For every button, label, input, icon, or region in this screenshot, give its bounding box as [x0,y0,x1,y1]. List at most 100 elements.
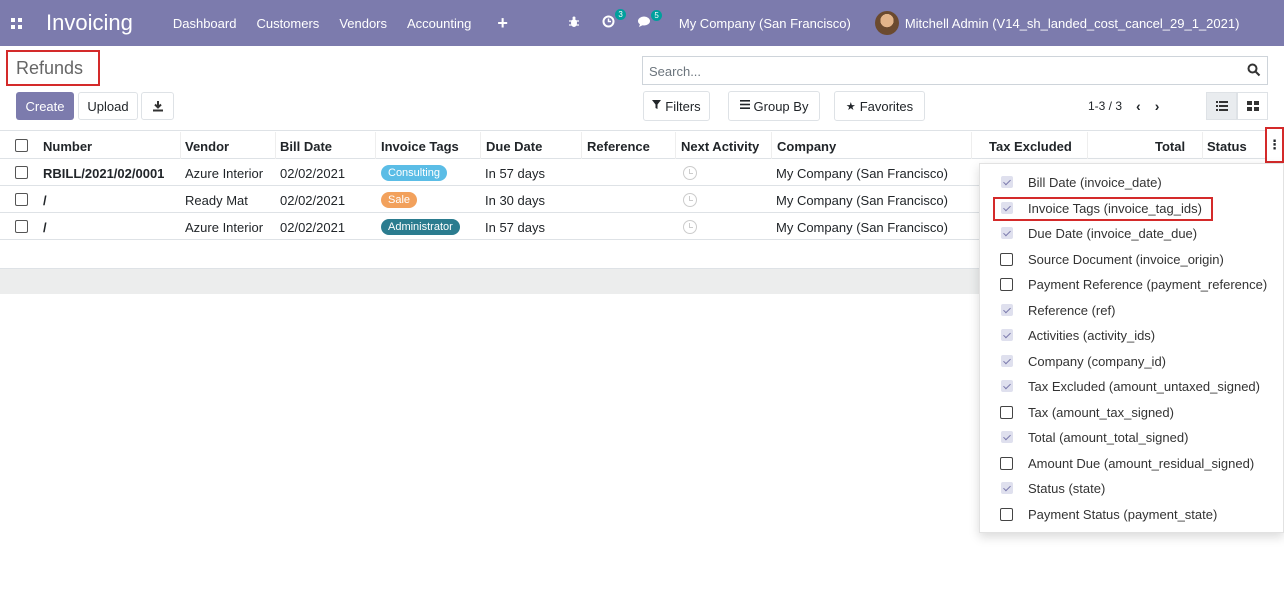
chevron-left-icon[interactable]: ‹ [1136,98,1141,114]
column-option-checkbox[interactable] [1001,431,1013,443]
column-option[interactable]: Source Document (invoice_origin) [980,247,1284,272]
column-option-checkbox[interactable] [1000,278,1013,291]
cell-vendor: Azure Interior [185,166,264,181]
col-vendor[interactable]: Vendor [185,132,276,159]
filter-funnel-icon [652,100,662,112]
tag-badge: Administrator [381,219,460,235]
column-option[interactable]: Tax Excluded (amount_untaxed_signed) [980,374,1284,399]
debug-bug-icon[interactable] [568,16,580,31]
column-option-checkbox[interactable] [1001,380,1013,392]
col-invoice-tags[interactable]: Invoice Tags [381,132,481,159]
search-placeholder: Search... [649,64,702,79]
col-bill-date[interactable]: Bill Date [280,132,376,159]
col-reference[interactable]: Reference [587,132,676,159]
column-option-checkbox[interactable] [1000,507,1013,521]
pager: 1-3 / 3 ‹ › [1088,98,1159,114]
messages-badge: 5 [651,9,662,21]
menu-dashboard[interactable]: Dashboard [173,16,237,31]
activity-clock-icon[interactable]: 3 [602,9,626,31]
group-by-button[interactable]: Group By [728,91,820,121]
activity-clock-icon[interactable] [683,193,697,207]
column-option[interactable]: Invoice Tags (invoice_tag_ids) [980,196,1284,221]
select-all-checkbox[interactable] [15,139,28,152]
activity-clock-icon[interactable] [683,166,697,180]
cell-bill-date: 02/02/2021 [280,193,346,208]
column-option-label: Activities (activity_ids) [1028,328,1156,343]
cell-number: / [43,220,47,235]
column-option[interactable]: Activities (activity_ids) [980,323,1284,348]
col-company[interactable]: Company [777,132,972,159]
column-option-label: Reference (ref) [1028,302,1116,318]
cell-number: / [43,193,47,208]
search-icon[interactable] [1247,63,1261,77]
col-status[interactable]: Status [1207,132,1263,159]
column-option-checkbox[interactable] [1001,482,1013,494]
avatar [874,11,899,35]
search-input[interactable]: Search... [642,56,1268,85]
messages-chat-icon[interactable]: 5 [637,9,662,31]
cell-due-date: In 57 days [485,166,545,181]
top-navbar: Invoicing Dashboard Customers Vendors Ac… [0,0,1284,46]
column-option[interactable]: Total (amount_total_signed) [980,425,1284,450]
quick-create-icon[interactable]: + [497,13,508,34]
favorites-label: Favorites [859,98,914,114]
menu-accounting[interactable]: Accounting [407,16,471,31]
user-menu[interactable]: Mitchell Admin (V14_sh_landed_cost_cance… [874,11,1239,35]
column-option-checkbox[interactable] [1001,201,1013,214]
page-title: Refunds [6,50,100,86]
cell-number: RBILL/2021/02/0001 [43,166,165,181]
row-checkbox[interactable] [15,220,28,233]
cell-vendor: Azure Interior [185,220,264,235]
upload-button[interactable]: Upload [78,92,138,120]
cell-bill-date: 02/02/2021 [280,220,346,235]
pager-value[interactable]: 1-3 / 3 [1088,99,1122,113]
cell-company: My Company (San Francisco) [776,220,948,235]
column-option[interactable]: Bill Date (invoice_date) [980,170,1284,195]
column-option[interactable]: Tax (amount_tax_signed) [980,400,1284,425]
column-option[interactable]: Due Date (invoice_date_due) [980,221,1284,246]
col-tax-excluded[interactable]: Tax Excluded [989,132,1088,159]
column-option-checkbox[interactable] [1001,227,1013,239]
optional-columns-dropdown: Bill Date (invoice_date) Invoice Tags (in… [979,163,1284,533]
cell-due-date: In 57 days [485,220,545,235]
filters-label: Filters [665,98,701,114]
create-button[interactable]: Create [16,92,74,120]
menu-customers[interactable]: Customers [256,16,319,31]
row-checkbox[interactable] [15,166,28,179]
row-checkbox[interactable] [15,193,28,206]
column-option-checkbox[interactable] [1000,456,1013,470]
activity-clock-icon[interactable] [683,220,697,234]
company-switcher[interactable]: My Company (San Francisco) [679,16,851,31]
column-option-checkbox[interactable] [1001,176,1013,188]
column-option-checkbox[interactable] [1001,354,1013,367]
star-icon: ★ [845,100,856,113]
app-title[interactable]: Invoicing [46,10,133,36]
column-option-checkbox[interactable] [1000,405,1013,419]
col-next-activity[interactable]: Next Activity [681,132,772,159]
column-option-label: Status (state) [1028,481,1106,496]
column-option-checkbox[interactable] [1000,252,1013,266]
column-option-checkbox[interactable] [1001,329,1013,341]
cell-company: My Company (San Francisco) [776,193,948,208]
column-option[interactable]: Payment Reference (payment_reference) [980,272,1284,297]
filters-button[interactable]: Filters [643,91,710,121]
list-view-icon[interactable] [1206,92,1237,120]
col-total[interactable]: Total [1155,132,1203,159]
menu-vendors[interactable]: Vendors [339,16,387,31]
column-option[interactable]: Company (company_id) [980,349,1284,374]
col-number[interactable]: Number [43,132,181,159]
favorites-button[interactable]: ★ Favorites [834,91,925,121]
kanban-view-icon[interactable] [1237,92,1268,120]
column-option[interactable]: Payment Status (payment_state) [980,502,1284,527]
optional-columns-toggle-icon[interactable]: ⋮ [1265,127,1284,163]
download-icon[interactable] [141,92,174,120]
column-option[interactable]: Reference (ref) [980,298,1284,323]
apps-menu-icon[interactable] [0,0,32,46]
column-option[interactable]: Amount Due (amount_residual_signed) [980,451,1284,476]
cell-vendor: Ready Mat [185,193,248,208]
column-option-label: Due Date (invoice_date_due) [1028,226,1198,241]
column-option[interactable]: Status (state) [980,476,1284,501]
col-due-date[interactable]: Due Date [486,132,582,159]
chevron-right-icon[interactable]: › [1155,98,1160,114]
column-option-checkbox[interactable] [1001,303,1013,316]
